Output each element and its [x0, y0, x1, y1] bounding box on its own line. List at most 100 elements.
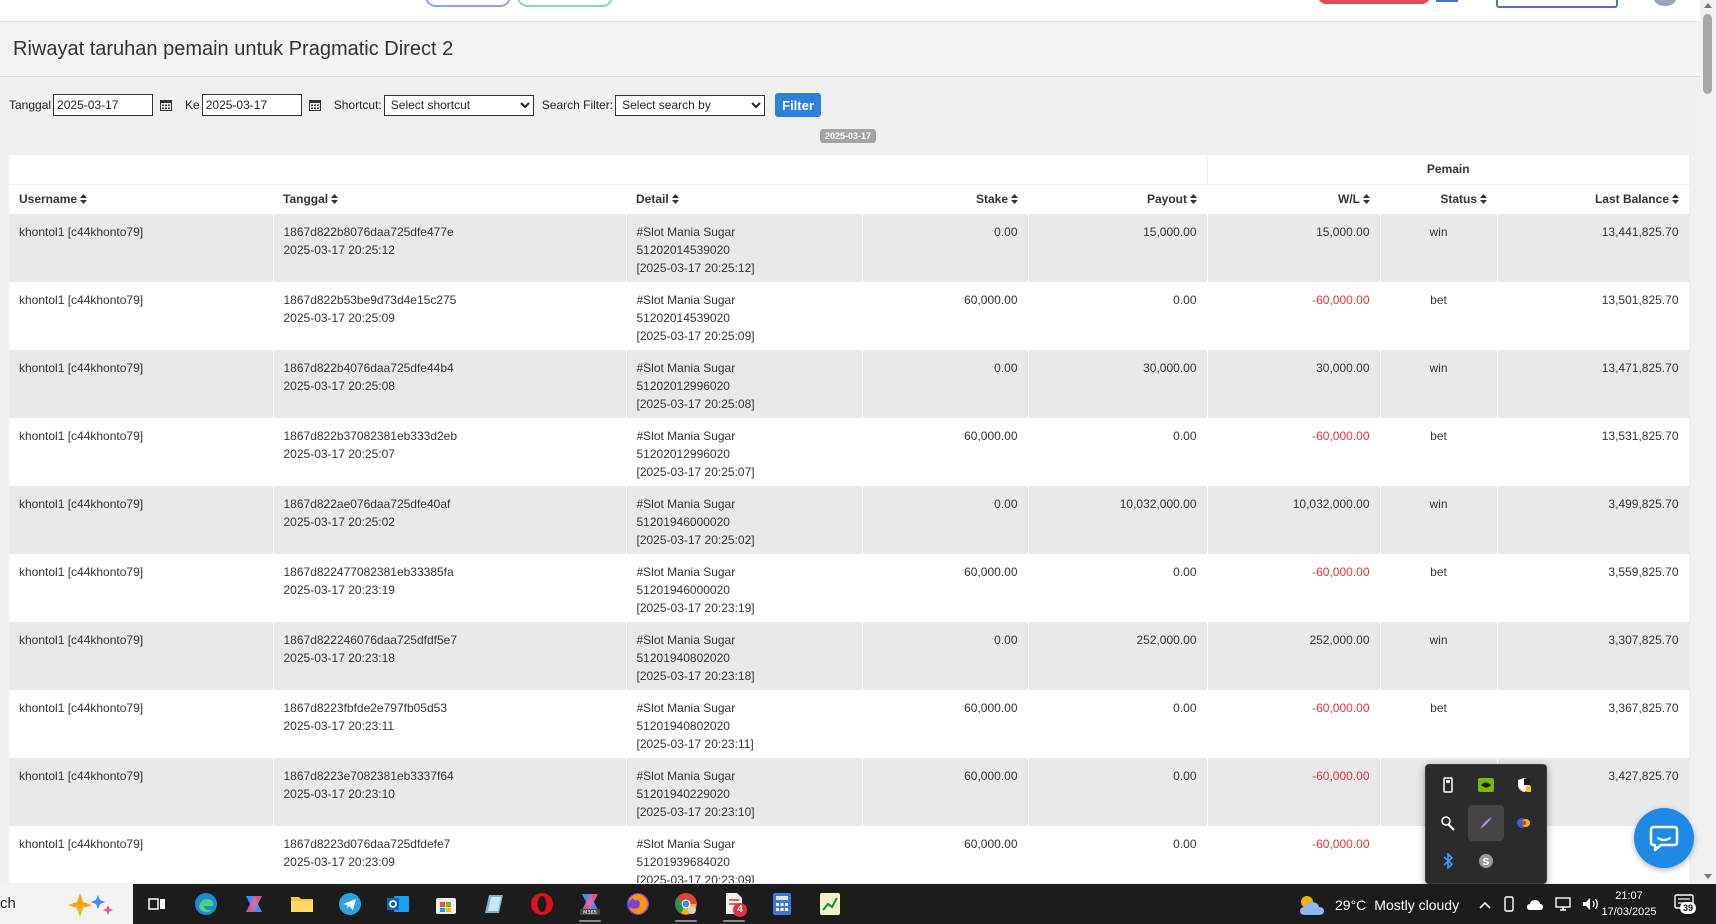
sort-icon[interactable] [1011, 193, 1018, 207]
transaction-time: 2025-03-17 20:23:10 [283, 787, 395, 801]
header-red-button[interactable] [1318, 0, 1430, 4]
live-chat-button[interactable] [1634, 808, 1694, 868]
header-pill-button-2[interactable] [517, 0, 613, 7]
cell-detail[interactable]: #Slot Mania Sugar 51202012996020 [2025-03-… [626, 350, 863, 418]
transaction-time: 2025-03-17 20:25:09 [283, 311, 395, 325]
cell-detail[interactable]: #Slot Mania Sugar 51201946000020 [2025-03-… [626, 554, 863, 622]
cell-tanggal: 1867d822b4076daa725dfe44b4 2025-03-17 20:… [273, 350, 627, 418]
chat-icon [1649, 825, 1679, 852]
microsoft-store-icon[interactable] [432, 891, 460, 917]
scroll-up-arrow-icon[interactable] [1704, 3, 1712, 8]
col-detail[interactable]: Detail [626, 183, 862, 214]
outlook-icon[interactable] [384, 891, 412, 917]
scroll-down-arrow-icon[interactable] [1704, 874, 1712, 879]
color-app-icon[interactable] [1506, 805, 1542, 841]
col-last-balance[interactable]: Last Balance [1497, 183, 1689, 214]
sort-icon[interactable] [1363, 193, 1370, 207]
notes-app-icon[interactable] [480, 891, 508, 917]
shortcut-select[interactable]: Select shortcut [383, 94, 534, 116]
opera-browser-icon[interactable] [528, 891, 556, 917]
notification-center-button[interactable]: 39 [1674, 894, 1697, 917]
end-date-input[interactable] [201, 94, 302, 116]
phone-link-icon[interactable] [1502, 896, 1516, 917]
start-date-input[interactable] [53, 94, 154, 116]
calculator-icon[interactable] [768, 891, 796, 917]
copilot-sparkle-icon[interactable] [62, 891, 120, 917]
onedrive-icon[interactable] [1526, 898, 1544, 916]
calendar-icon[interactable] [308, 98, 322, 112]
sort-icon[interactable] [331, 193, 339, 207]
col-wl[interactable]: W/L [1207, 183, 1380, 214]
cell-stake: 60,000.00 [862, 554, 1029, 622]
avatar[interactable] [1654, 0, 1676, 6]
cell-detail[interactable]: #Slot Mania Sugar 51202014539020 [2025-03-… [626, 214, 863, 282]
col-payout[interactable]: Payout [1028, 183, 1207, 214]
round-id: 51201940802020 [636, 651, 730, 665]
cell-tanggal: 1867d822246076daa725dfdf5e7 2025-03-17 20… [273, 622, 627, 690]
game-name: #Slot Mania Sugar [636, 633, 736, 647]
cell-detail[interactable]: #Slot Mania Sugar 51201940229020 [2025-03-… [626, 758, 863, 826]
taskbar-clock[interactable]: 21:07 17/03/2025 [1598, 888, 1660, 920]
page-scrollbar[interactable] [1700, 0, 1716, 884]
chrome-icon[interactable] [672, 891, 700, 922]
edge-browser-icon[interactable] [192, 891, 220, 917]
transaction-id: 1867d822246076daa725dfdf5e7 [283, 633, 458, 647]
firefox-icon[interactable] [624, 891, 652, 917]
notification-badge: 39 [1680, 902, 1697, 914]
scroll-thumb[interactable] [1703, 14, 1712, 94]
col-username[interactable]: Username [9, 183, 273, 214]
pen-tablet-icon[interactable] [1430, 805, 1466, 841]
col-tanggal[interactable]: Tanggal [273, 183, 626, 214]
search-filter-select[interactable]: Select search by [615, 94, 766, 116]
cell-wl: -60,000.00 [1207, 418, 1381, 486]
cell-detail[interactable]: #Slot Mania Sugar 51201939684020 [2025-03-… [626, 826, 863, 883]
skype-icon[interactable]: S [1468, 843, 1504, 879]
cell-detail[interactable]: #Slot Mania Sugar 51202014539020 [2025-03-… [626, 282, 863, 350]
sort-icon[interactable] [80, 193, 88, 207]
sort-icon[interactable] [1190, 193, 1197, 207]
taskbar-search-box[interactable]: ch [0, 884, 133, 924]
round-id: 51202014539020 [636, 243, 730, 257]
search-text-fragment: ch [0, 895, 16, 912]
cell-stake: 60,000.00 [862, 418, 1029, 486]
task-view-icon[interactable] [143, 891, 171, 917]
cell-wl: -60,000.00 [1207, 758, 1381, 826]
table-row: khontol1 [c44khonto79] 1867d822477082381e… [9, 554, 1689, 622]
feather-app-icon[interactable] [1468, 805, 1504, 841]
pdf-reader-icon[interactable]: 4 [720, 891, 748, 922]
col-stake[interactable]: Stake [862, 183, 1028, 214]
cell-wl: 30,000.00 [1207, 350, 1381, 418]
cell-detail[interactable]: #Slot Mania Sugar 51201946000020 [2025-03-… [626, 486, 863, 554]
shortcut-label: Shortcut: [333, 98, 382, 112]
copilot-app-icon[interactable] [240, 891, 268, 917]
cell-stake: 0.00 [862, 214, 1029, 282]
sort-icon[interactable] [671, 193, 679, 207]
cell-payout: 0.00 [1028, 418, 1208, 486]
sort-icon[interactable] [1672, 193, 1679, 207]
calendar-icon[interactable] [159, 98, 173, 112]
cell-detail[interactable]: #Slot Mania Sugar 51201940802020 [2025-03-… [626, 690, 863, 758]
filter-button[interactable]: Filter [775, 93, 821, 117]
header-blue-link[interactable] [1436, 0, 1458, 2]
cell-detail[interactable]: #Slot Mania Sugar 51201940802020 [2025-03-… [626, 622, 863, 690]
security-shield-icon[interactable] [1506, 767, 1542, 803]
chevron-up-icon[interactable] [1478, 898, 1492, 916]
weather-widget[interactable]: 29°C Mostly cloudy [1297, 893, 1459, 917]
cell-detail[interactable]: #Slot Mania Sugar 51202012996020 [2025-03-… [626, 418, 863, 486]
bluetooth-icon[interactable] [1430, 843, 1466, 879]
ke-label: Ke [185, 98, 200, 112]
nvidia-icon[interactable] [1468, 767, 1504, 803]
file-explorer-icon[interactable] [288, 891, 316, 917]
game-name: #Slot Mania Sugar [636, 497, 736, 511]
round-id: 51202014539020 [636, 311, 730, 325]
network-icon[interactable] [1554, 897, 1572, 916]
m365-app-icon[interactable]: M365 [576, 891, 604, 922]
header-outline-button[interactable] [1496, 0, 1618, 8]
chart-app-icon[interactable] [816, 891, 844, 917]
usb-drive-icon[interactable] [1430, 767, 1466, 803]
top-header-strip [0, 0, 1700, 22]
header-pill-button[interactable] [425, 0, 511, 7]
col-status[interactable]: Status [1380, 183, 1497, 214]
telegram-icon[interactable] [336, 891, 364, 917]
sort-icon[interactable] [1480, 193, 1487, 207]
